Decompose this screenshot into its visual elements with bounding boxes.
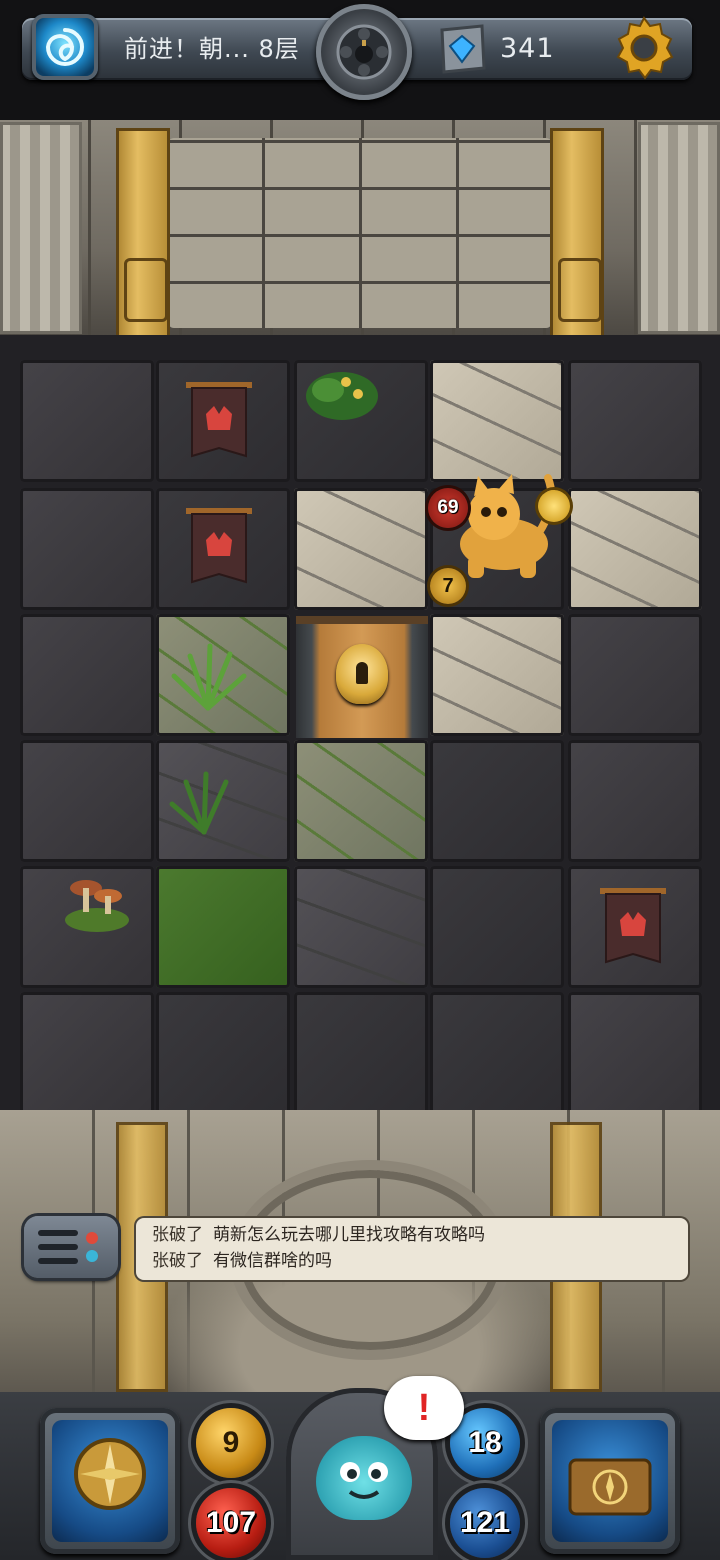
- gold-pillar-right: [550, 128, 604, 338]
- floor-tile[interactable]: [568, 360, 702, 482]
- floor-tile-revealed[interactable]: [568, 488, 702, 610]
- hero-attack-badge: 7: [430, 568, 466, 604]
- spellbook-icon: [568, 1458, 652, 1516]
- equipment-button[interactable]: [40, 1408, 180, 1554]
- chat-text: 有微信群啥的吗: [213, 1251, 332, 1271]
- grass-tuft-icon: [171, 643, 247, 711]
- attack-stat: 9: [196, 1408, 266, 1478]
- alert-bubble[interactable]: !: [384, 1376, 464, 1440]
- floor-tile[interactable]: [20, 488, 154, 610]
- spellbook-button[interactable]: [540, 1408, 680, 1554]
- chat-message: 张破了 萌新怎么玩去哪儿里找攻略有攻略吗: [152, 1222, 485, 1248]
- floor-tile[interactable]: [294, 992, 428, 1114]
- mp-stat: 121: [450, 1488, 520, 1558]
- chat-message: 张破了 有微信群啥的吗: [152, 1248, 332, 1274]
- floor-tile[interactable]: [294, 866, 428, 988]
- chat-user: 张破了: [152, 1251, 203, 1271]
- chat-panel[interactable]: 张破了 萌新怎么玩去哪儿里找攻略有攻略吗 张破了 有微信群啥的吗: [136, 1218, 688, 1280]
- gear-icon[interactable]: [608, 12, 680, 84]
- stone-column-left: [0, 122, 82, 334]
- floor-tile-revealed[interactable]: [294, 488, 428, 610]
- floor-tile[interactable]: [568, 614, 702, 736]
- chat-button[interactable]: [24, 1216, 118, 1278]
- portal-button[interactable]: [32, 14, 98, 80]
- stone-column-right: [638, 122, 720, 334]
- fox-banner-icon[interactable]: [598, 884, 668, 980]
- floor-tile[interactable]: [430, 740, 564, 862]
- hp-stat: 107: [196, 1488, 266, 1558]
- swirl-portal-icon: [45, 28, 84, 66]
- leafy-bush-icon: [306, 372, 378, 420]
- gold-pillar-left: [116, 128, 170, 338]
- fox-banner-icon[interactable]: [184, 378, 254, 474]
- mushroom-cluster-icon: [65, 880, 129, 932]
- coin-badge-icon: [538, 490, 570, 522]
- locked-door[interactable]: [296, 616, 428, 738]
- floor-tile[interactable]: [156, 992, 290, 1114]
- compass-helmet-icon: [74, 1438, 146, 1510]
- floor-title[interactable]: 前进！朝... 8层: [124, 32, 314, 66]
- chat-text: 萌新怎么玩去哪儿里找攻略有攻略吗: [213, 1225, 485, 1245]
- chat-user: 张破了: [152, 1225, 203, 1245]
- floor-tile[interactable]: [20, 992, 154, 1114]
- bomb-icon: [336, 24, 392, 80]
- ghost-companion-avatar[interactable]: [316, 1436, 412, 1520]
- hero-hp-badge: 69: [428, 488, 468, 528]
- bomb-medal-button[interactable]: [316, 4, 412, 100]
- floor-tile[interactable]: [430, 866, 564, 988]
- fox-banner-icon[interactable]: [184, 504, 254, 600]
- floor-tile[interactable]: [430, 992, 564, 1114]
- floor-tile-grass[interactable]: [156, 866, 290, 988]
- ghost-face-icon: [340, 1462, 388, 1499]
- grass-tuft-icon: [169, 771, 229, 835]
- locked-door-icon: [336, 644, 388, 704]
- stone-stairs: [168, 138, 552, 328]
- floor-tile-revealed[interactable]: [294, 740, 428, 862]
- floor-tile[interactable]: [20, 360, 154, 482]
- floor-tile[interactable]: [568, 992, 702, 1114]
- floor-tile[interactable]: [20, 614, 154, 736]
- floor-tile[interactable]: [20, 740, 154, 862]
- floor-tile[interactable]: [568, 740, 702, 862]
- blue-gem-icon: [440, 24, 486, 74]
- floor-tile-revealed[interactable]: [430, 614, 564, 736]
- coin-count: 341: [500, 33, 555, 64]
